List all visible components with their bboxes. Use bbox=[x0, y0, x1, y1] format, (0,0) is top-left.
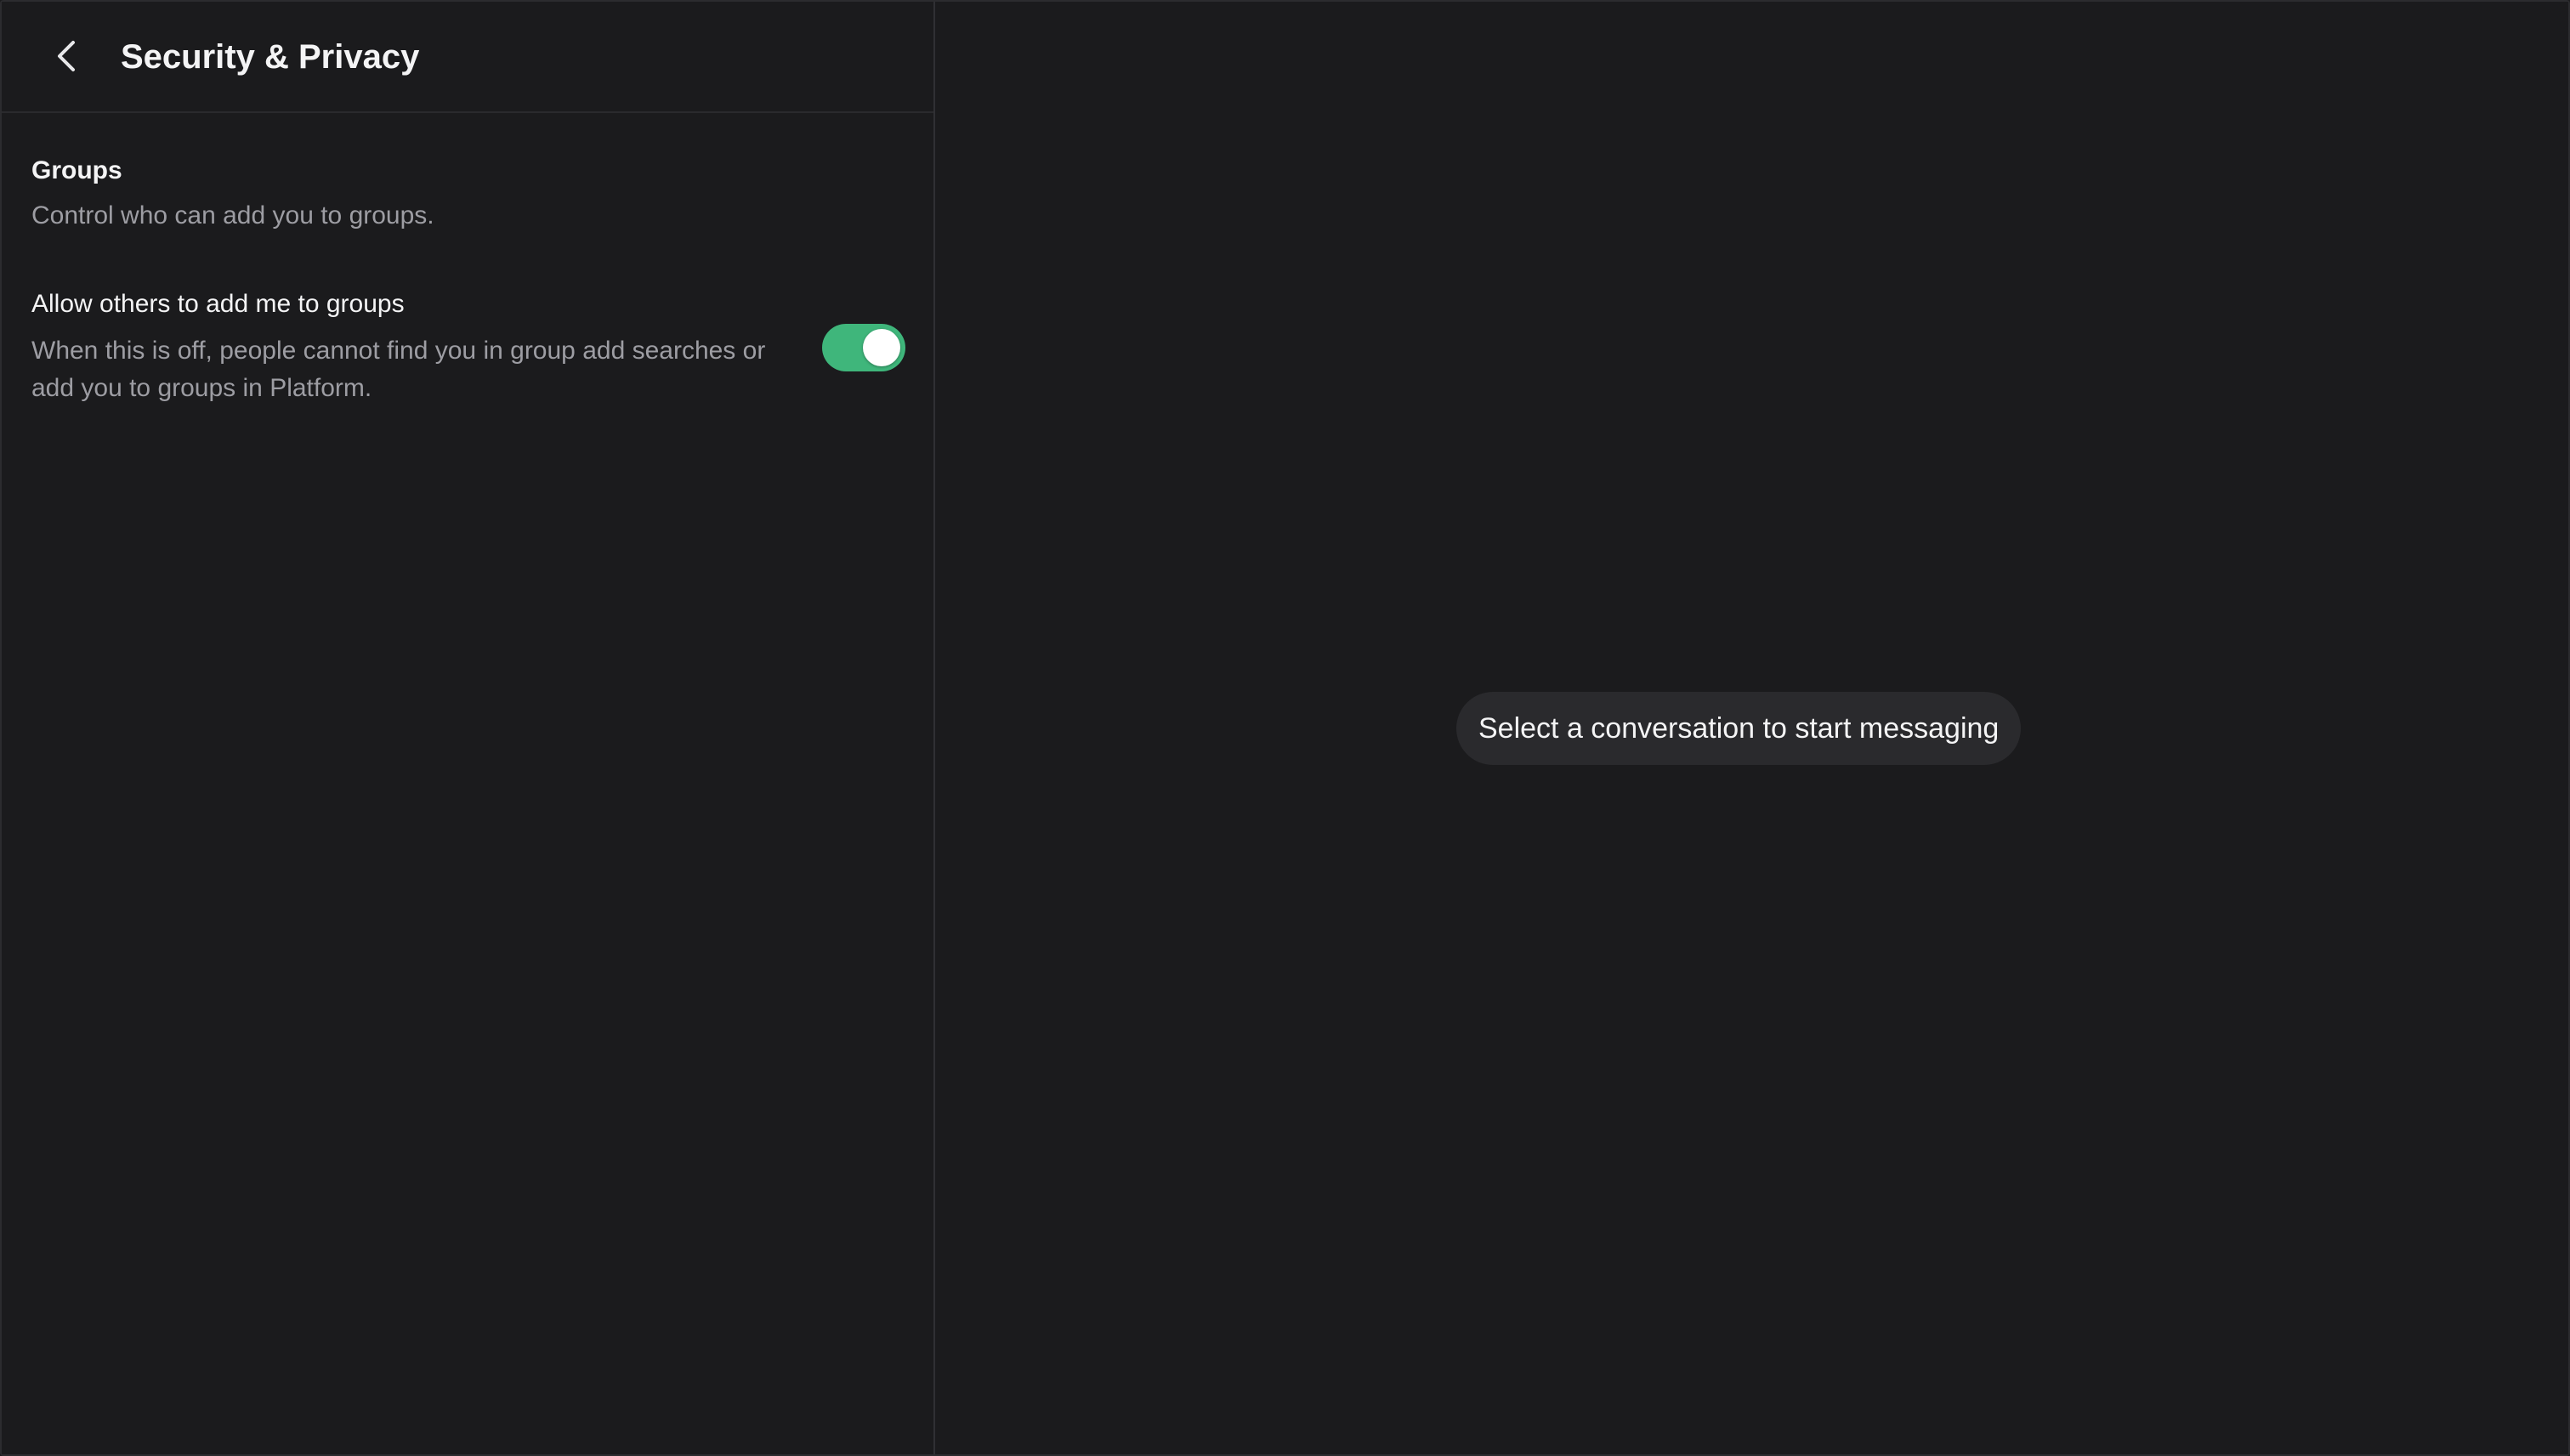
allow-add-to-groups-setting: Allow others to add me to groups When th… bbox=[31, 288, 907, 407]
groups-section-description: Control who can add you to groups. bbox=[31, 201, 434, 229]
back-button[interactable] bbox=[43, 32, 90, 80]
page-title: Security & Privacy bbox=[121, 38, 420, 76]
allow-add-to-groups-description: When this is off, people cannot find you… bbox=[31, 337, 766, 402]
chevron-left-icon bbox=[54, 39, 78, 73]
allow-add-to-groups-label: Allow others to add me to groups bbox=[31, 290, 405, 318]
allow-add-to-groups-toggle[interactable] bbox=[822, 324, 905, 371]
settings-sidebar: Security & Privacy Groups Control who ca… bbox=[2, 2, 935, 1454]
empty-state-message: Select a conversation to start messaging bbox=[1456, 692, 2022, 765]
conversation-pane: Select a conversation to start messaging bbox=[935, 2, 2568, 1454]
settings-header: Security & Privacy bbox=[2, 2, 933, 113]
app-window: Security & Privacy Groups Control who ca… bbox=[0, 0, 2570, 1456]
toggle-knob bbox=[863, 329, 900, 366]
groups-section-title: Groups bbox=[31, 156, 122, 184]
